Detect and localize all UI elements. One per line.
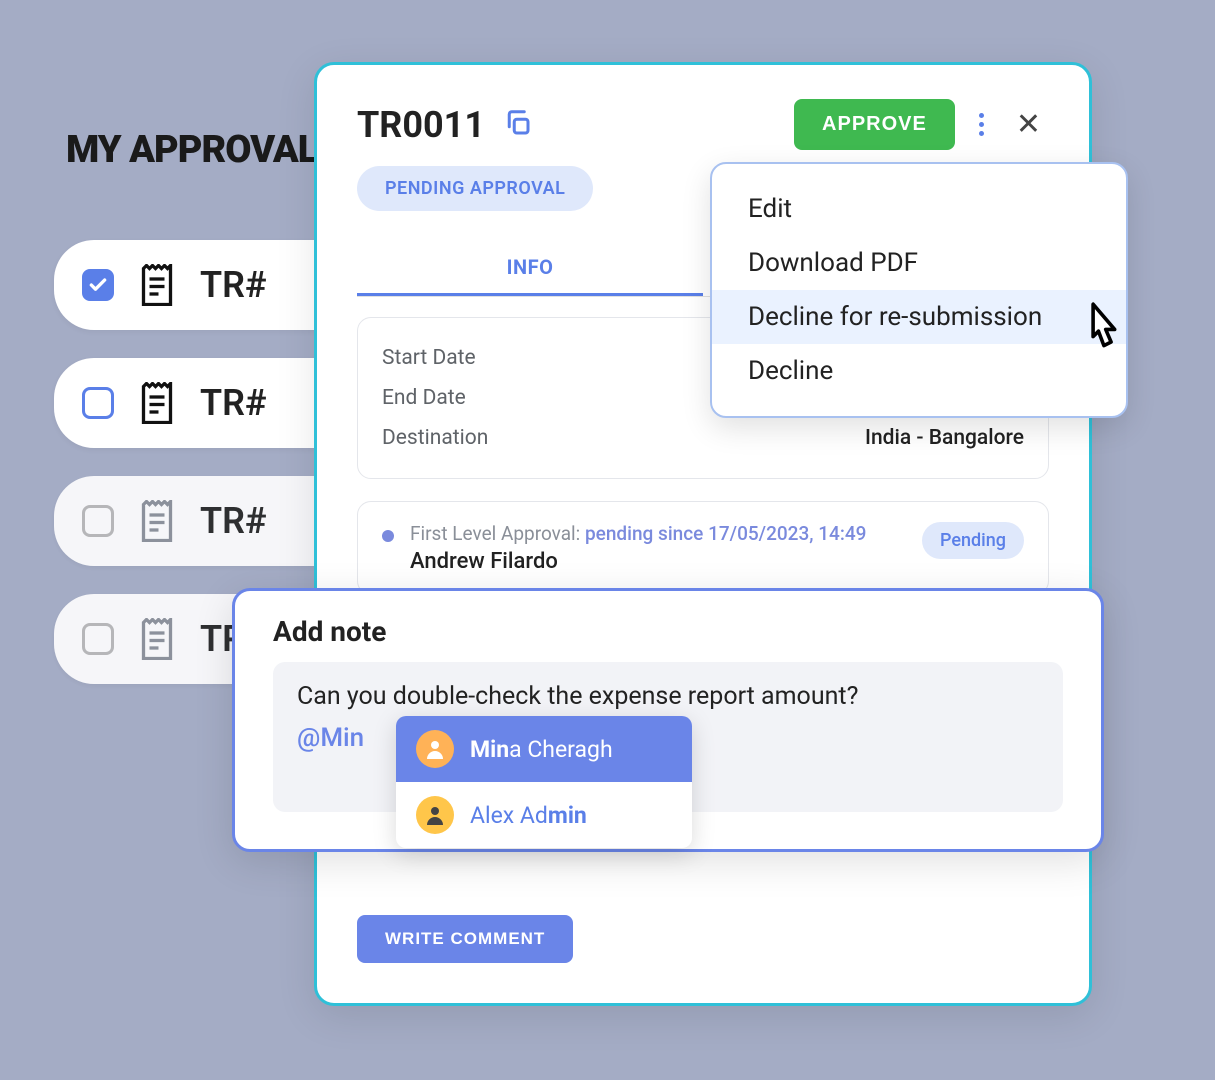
mention-bold: min: [548, 802, 587, 829]
checkbox[interactable]: [82, 387, 114, 419]
tab-info[interactable]: INFO: [357, 241, 703, 296]
checkbox[interactable]: [82, 269, 114, 301]
menu-item-download-pdf[interactable]: Download PDF: [712, 236, 1126, 290]
mention-typed: @Min: [297, 723, 364, 753]
note-text: Can you double-check the expense report …: [297, 682, 1039, 711]
receipt-icon: [138, 618, 176, 660]
cursor-pointer-icon: [1076, 300, 1124, 354]
status-badge: PENDING APPROVAL: [357, 166, 593, 211]
record-id: TR0011: [357, 104, 485, 146]
approval-card: First Level Approval: pending since 17/0…: [357, 501, 1049, 595]
menu-item-edit[interactable]: Edit: [712, 182, 1126, 236]
receipt-icon: [138, 264, 176, 306]
start-date-label: Start Date: [382, 346, 476, 370]
row-label: TR#: [200, 382, 267, 424]
mention-suggestions: Mina Cheragh Alex Admin: [396, 716, 692, 848]
close-icon[interactable]: ✕: [1008, 103, 1049, 146]
end-date-label: End Date: [382, 386, 466, 410]
check-icon: [88, 275, 108, 295]
status-dot-icon: [382, 530, 394, 542]
receipt-icon: [138, 382, 176, 424]
checkbox[interactable]: [82, 505, 114, 537]
copy-icon[interactable]: [503, 108, 533, 142]
mention-pre: Alex Ad: [470, 802, 548, 829]
approve-button[interactable]: APPROVE: [794, 99, 955, 150]
destination-label: Destination: [382, 426, 488, 450]
row-label: TR#: [200, 264, 267, 306]
mention-rest: a Cheragh: [509, 736, 613, 763]
mention-option[interactable]: Mina Cheragh: [396, 716, 692, 782]
mention-bold: Min: [470, 736, 509, 763]
checkbox[interactable]: [82, 623, 114, 655]
approval-since-text: pending since 17/05/2023, 14:49: [585, 522, 866, 545]
panel-header: TR0011 APPROVE ✕: [357, 99, 1049, 150]
avatar: [416, 796, 454, 834]
kebab-menu-icon[interactable]: [973, 107, 990, 142]
write-comment-button[interactable]: WRITE COMMENT: [357, 915, 573, 963]
mention-option[interactable]: Alex Admin: [396, 782, 692, 848]
menu-item-decline[interactable]: Decline: [712, 344, 1126, 398]
receipt-icon: [138, 500, 176, 542]
menu-item-decline-resubmit[interactable]: Decline for re-submission: [712, 290, 1126, 344]
avatar: [416, 730, 454, 768]
approval-level-label: First Level Approval:: [410, 522, 580, 545]
row-label: TR#: [200, 500, 267, 542]
add-note-title: Add note: [273, 615, 1063, 648]
approver-name: Andrew Filardo: [410, 549, 906, 574]
approval-status-badge: Pending: [922, 522, 1024, 559]
actions-dropdown: Edit Download PDF Decline for re-submiss…: [710, 162, 1128, 418]
page-title: MY APPROVAL: [66, 128, 317, 172]
destination-value: India - Bangalore: [865, 426, 1024, 450]
